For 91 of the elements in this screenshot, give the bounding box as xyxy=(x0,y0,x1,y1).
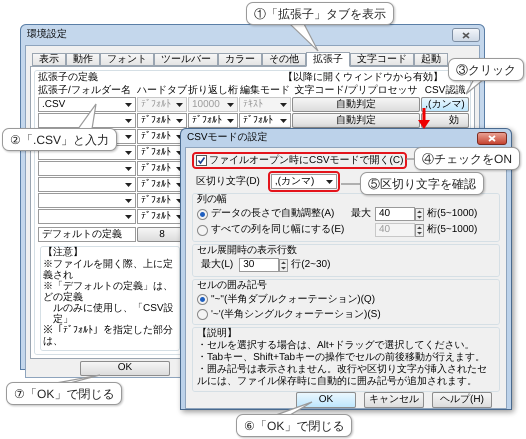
callout-tooltip: ④チェックをON xyxy=(414,147,520,170)
group-title: 【説明】 xyxy=(197,328,238,340)
delimiter-dropdown[interactable]: ,(カンマ) xyxy=(270,174,337,189)
hard-tab-dropdown[interactable]: ﾃﾞﾌｫﾙﾄ xyxy=(137,113,187,128)
callout-pointer xyxy=(289,23,319,52)
caret-icon xyxy=(280,102,287,106)
range-text: 桁(5~1000) xyxy=(427,225,478,235)
column-header: 編集モード xyxy=(239,86,291,96)
group-title: セルの囲み記号 xyxy=(197,280,268,292)
number-field[interactable]: 40 xyxy=(375,207,415,221)
encoding-button[interactable]: 自動判定 xyxy=(292,113,420,128)
extension-dropdown[interactable] xyxy=(38,209,136,224)
range-text: 行(2~30) xyxy=(291,260,330,270)
caret-icon xyxy=(280,118,287,122)
group-title: 拡張子の定義 xyxy=(38,72,98,82)
column-header: 折り返し桁 xyxy=(188,86,238,96)
callout-tooltip: ⑤区切り文字を確認 xyxy=(360,172,484,195)
extension-dropdown[interactable] xyxy=(38,193,136,208)
tab[interactable]: フォント xyxy=(100,53,154,66)
csv-button[interactable]: 効 xyxy=(421,113,469,128)
field-label: 最大(L) xyxy=(201,260,234,270)
description-text: ・囲み記号は表示されません。改行や区切り文字が挿入されたセルには、ファイル保存時に自動的に囲み記号が追加されます。 xyxy=(197,364,488,388)
tab[interactable]: 文字コード xyxy=(350,53,414,66)
caret-icon xyxy=(125,134,132,138)
caret-icon xyxy=(125,118,132,122)
note-text: ※ファイルを開く際、上に定義され xyxy=(43,259,174,281)
group-title: 列の幅 xyxy=(197,194,228,206)
caret-icon xyxy=(176,118,183,122)
window-title: 環境設定 xyxy=(26,30,67,40)
caret-icon xyxy=(125,198,132,202)
spinner-icon xyxy=(415,224,424,236)
dialog-button[interactable]: OK xyxy=(296,392,356,408)
note-text: ※「デフォルトの定義」は、どの定義 xyxy=(43,281,174,303)
dialog-button[interactable]: キャンセル xyxy=(364,392,424,408)
group-title: セル展開時の表示行数 xyxy=(197,245,298,257)
column-header: CSV認識 xyxy=(424,86,466,96)
radio-label: データの長さで自動調整(A) xyxy=(211,209,336,219)
radio-button[interactable] xyxy=(197,294,208,305)
close-button[interactable] xyxy=(477,132,507,144)
dialog-title: CSVモードの設定 xyxy=(186,133,268,143)
extension-dropdown[interactable] xyxy=(38,177,136,192)
column-header: ハードタブ xyxy=(137,86,187,96)
caret-icon xyxy=(125,150,132,154)
radio-button[interactable] xyxy=(197,309,208,320)
field-label: 最大 xyxy=(351,209,372,219)
caret-icon xyxy=(176,102,183,106)
close-icon xyxy=(462,32,470,38)
description-text: ・セルを選択する場合は、Alt+ドラッグで選択してください。 xyxy=(197,340,476,352)
spinner-icon xyxy=(279,258,288,272)
range-text: 桁(5~1000) xyxy=(427,209,478,219)
description-text: ・Tabキー、Shift+Tabキーの操作でセルの前後移動が行えます。 xyxy=(197,352,486,364)
caret-icon xyxy=(125,214,132,218)
close-icon xyxy=(488,134,496,142)
note-text: ルのみに使用し、「CSV設定」 xyxy=(52,303,175,325)
caret-icon xyxy=(125,182,132,186)
tab[interactable]: カラー xyxy=(218,53,262,66)
caret-icon xyxy=(227,102,234,106)
checkbox[interactable] xyxy=(196,155,207,166)
column-header: 文字コード/プリプロセッサ xyxy=(294,86,418,96)
radio-label: "~"(半角ダブルクォーテーション)(Q) xyxy=(211,294,376,304)
number-field[interactable]: 30 xyxy=(239,258,280,272)
edit-mode-dropdown[interactable]: ﾃﾞﾌｫﾙﾄ xyxy=(239,113,291,128)
default-definition-field[interactable]: デフォルトの定義 xyxy=(38,227,136,242)
field-label: 区切り文字(D) xyxy=(196,176,260,186)
tab[interactable]: 拡張子 xyxy=(306,52,350,67)
radio-label: すべての列を同じ幅にする(E) xyxy=(211,225,346,235)
notice-text: 【以降に開くウィンドウから有効】 xyxy=(283,72,443,82)
notes-title: 【注意】 xyxy=(43,247,84,259)
tab[interactable]: 表示 xyxy=(32,53,66,66)
wrap-column-dropdown[interactable]: ﾃﾞﾌｫﾙﾄ xyxy=(188,113,238,128)
caret-icon xyxy=(326,180,333,184)
column-header: 拡張子/フォルダー名 xyxy=(38,86,132,96)
tab[interactable]: 起動 xyxy=(414,53,448,66)
dialog-button[interactable]: ヘルプ(H) xyxy=(432,392,492,408)
tab[interactable]: その他 xyxy=(262,53,306,66)
down-arrow-icon xyxy=(418,108,430,129)
note-text: ※「ﾃﾞﾌｫﾙﾄ」を指定した部分は、 xyxy=(43,325,174,347)
extension-dropdown[interactable] xyxy=(38,161,136,176)
checkbox-label: ファイルオープン時にCSVモードで開く(C) xyxy=(209,156,404,166)
close-button[interactable] xyxy=(452,28,480,42)
tab[interactable]: 動作 xyxy=(66,53,100,66)
radio-button[interactable] xyxy=(197,208,208,220)
leader-line xyxy=(406,158,414,160)
caret-icon xyxy=(125,166,132,170)
leader-line xyxy=(341,183,360,185)
tab[interactable]: ツールバー xyxy=(154,53,218,66)
ok-button[interactable]: OK xyxy=(80,360,170,376)
caret-icon xyxy=(125,102,132,106)
radio-label: '~'(半角シングルクォーテーション)(S) xyxy=(211,310,381,320)
spinner-icon xyxy=(415,208,424,220)
caret-icon xyxy=(227,118,234,122)
